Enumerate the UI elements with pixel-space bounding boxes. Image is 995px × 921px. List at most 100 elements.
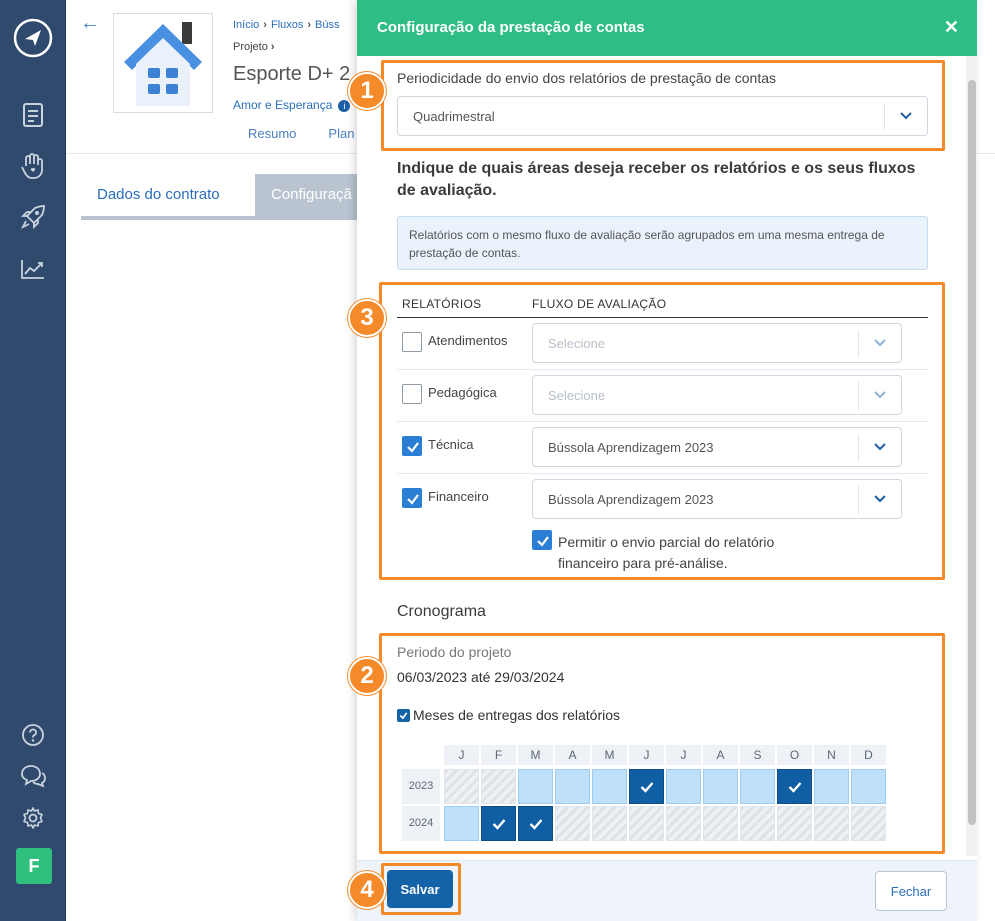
scrollbar-thumb[interactable]: [968, 80, 976, 825]
gear-icon[interactable]: [0, 806, 66, 830]
col-header-flow: FLUXO DE AVALIAÇÃO: [532, 297, 667, 311]
month-cell-dis: [666, 806, 701, 841]
month-cell-sel[interactable]: [518, 806, 553, 841]
chevron-down-icon: [873, 335, 887, 354]
flow-value: Bússola Aprendizagem 2023: [548, 440, 714, 455]
tab-plan[interactable]: Plan: [328, 126, 354, 141]
flow-select-tecnica[interactable]: Bússola Aprendizagem 2023: [532, 427, 902, 467]
month-cell-avail[interactable]: [555, 769, 590, 804]
month-cell-sel[interactable]: [481, 806, 516, 841]
month-cell-avail[interactable]: [592, 769, 627, 804]
month-cell-dis: [555, 806, 590, 841]
row-divider: [397, 369, 928, 370]
rocket-icon[interactable]: [0, 204, 66, 230]
month-cell-avail[interactable]: [666, 769, 701, 804]
chevron-down-icon: [873, 439, 887, 458]
periodicity-value: Quadrimestral: [413, 109, 495, 124]
row-label-atendimentos: Atendimentos: [428, 333, 508, 348]
periodicity-label: Periodicidade do envio dos relatórios de…: [397, 70, 777, 86]
breadcrumb-item[interactable]: Fluxos: [271, 19, 303, 31]
month-cell-dis: [592, 806, 627, 841]
panel-title: Configuração da prestação de contas: [377, 19, 645, 36]
row-label-tecnica: Técnica: [428, 437, 474, 452]
month-header: S: [740, 745, 775, 765]
user-avatar[interactable]: F: [16, 848, 52, 884]
month-cell-avail[interactable]: [703, 769, 738, 804]
chevron-down-icon: [873, 387, 887, 406]
areas-heading: Indique de quais áreas deseja receber os…: [397, 160, 916, 199]
checkbox-atendimentos[interactable]: [402, 332, 422, 352]
save-button[interactable]: Salvar: [387, 870, 453, 908]
breadcrumb-item[interactable]: Início: [233, 19, 259, 31]
checkbox-partial-send[interactable]: [532, 530, 552, 550]
panel-header: Configuração da prestação de contas ✕: [357, 0, 977, 56]
period-value: 06/03/2023 até 29/03/2024: [397, 669, 565, 685]
tab-resumo[interactable]: Resumo: [248, 126, 296, 141]
breadcrumb: Início › Fluxos › Búss: [233, 19, 340, 31]
header-divider: [397, 317, 928, 318]
project-org[interactable]: Amor e Esperança i: [233, 98, 351, 112]
flow-value: Bússola Aprendizagem 2023: [548, 492, 714, 507]
month-header: F: [481, 745, 516, 765]
month-cell-dis: [444, 769, 479, 804]
checkbox-delivery-months[interactable]: [397, 709, 410, 722]
sidebar: F: [0, 0, 66, 921]
document-icon[interactable]: [0, 102, 66, 128]
checkbox-tecnica[interactable]: [402, 436, 422, 456]
hand-heart-icon[interactable]: [0, 152, 66, 180]
back-arrow-icon[interactable]: ←: [80, 12, 100, 35]
project-thumbnail: [113, 13, 213, 113]
month-header: J: [444, 745, 479, 765]
row-divider: [397, 473, 928, 474]
breadcrumb-sub: Projeto ›: [233, 41, 275, 53]
help-icon[interactable]: [0, 723, 66, 747]
flow-select-pedagogica[interactable]: Selecione: [532, 375, 902, 415]
month-cell-dis: [481, 769, 516, 804]
breadcrumb-item[interactable]: Búss: [315, 19, 339, 31]
month-cell-sel[interactable]: [777, 769, 812, 804]
row-label-financeiro: Financeiro: [428, 489, 489, 504]
month-cell-dis: [740, 806, 775, 841]
year-label: 2023: [402, 769, 440, 804]
month-cell-avail[interactable]: [740, 769, 775, 804]
logo-icon[interactable]: [0, 18, 66, 58]
month-cell-avail[interactable]: [814, 769, 849, 804]
month-header: O: [777, 745, 812, 765]
chevron-down-icon: [873, 491, 887, 510]
month-header: M: [592, 745, 627, 765]
month-cell-avail[interactable]: [851, 769, 886, 804]
period-label: Periodo do projeto: [397, 644, 512, 660]
chevron-down-icon: [899, 108, 913, 127]
month-header: N: [814, 745, 849, 765]
month-header: A: [703, 745, 738, 765]
col-header-reports: RELATÓRIOS: [402, 297, 482, 311]
month-header: J: [666, 745, 701, 765]
chart-icon[interactable]: [0, 258, 66, 280]
row-divider: [397, 421, 928, 422]
delivery-months-label: Meses de entregas dos relatórios: [413, 707, 620, 723]
close-button[interactable]: Fechar: [875, 871, 947, 911]
month-cell-sel[interactable]: [629, 769, 664, 804]
flow-value: Selecione: [548, 336, 606, 351]
month-cell-dis: [851, 806, 886, 841]
checkbox-pedagogica[interactable]: [402, 384, 422, 404]
tab-dados-contrato[interactable]: Dados do contrato: [97, 174, 220, 216]
flow-select-atendimentos[interactable]: Selecione: [532, 323, 902, 363]
periodicity-select[interactable]: Quadrimestral: [397, 96, 928, 136]
schedule-title: Cronograma: [397, 603, 486, 620]
partial-send-label: Permitir o envio parcial do relatório fi…: [558, 534, 775, 571]
month-cell-avail[interactable]: [444, 806, 479, 841]
step-badge-3: 3: [348, 299, 386, 337]
month-cell-avail[interactable]: [518, 769, 553, 804]
close-icon[interactable]: ✕: [944, 17, 959, 38]
row-label-pedagogica: Pedagógica: [428, 385, 497, 400]
month-cell-dis: [777, 806, 812, 841]
project-title: Esporte D+ 2: [233, 63, 351, 85]
step-badge-1: 1: [348, 72, 386, 110]
flow-select-financeiro[interactable]: Bússola Aprendizagem 2023: [532, 479, 902, 519]
checkbox-financeiro[interactable]: [402, 488, 422, 508]
info-icon: i: [338, 99, 351, 112]
chat-icon[interactable]: [0, 764, 66, 788]
month-header: D: [851, 745, 886, 765]
flow-value: Selecione: [548, 388, 606, 403]
